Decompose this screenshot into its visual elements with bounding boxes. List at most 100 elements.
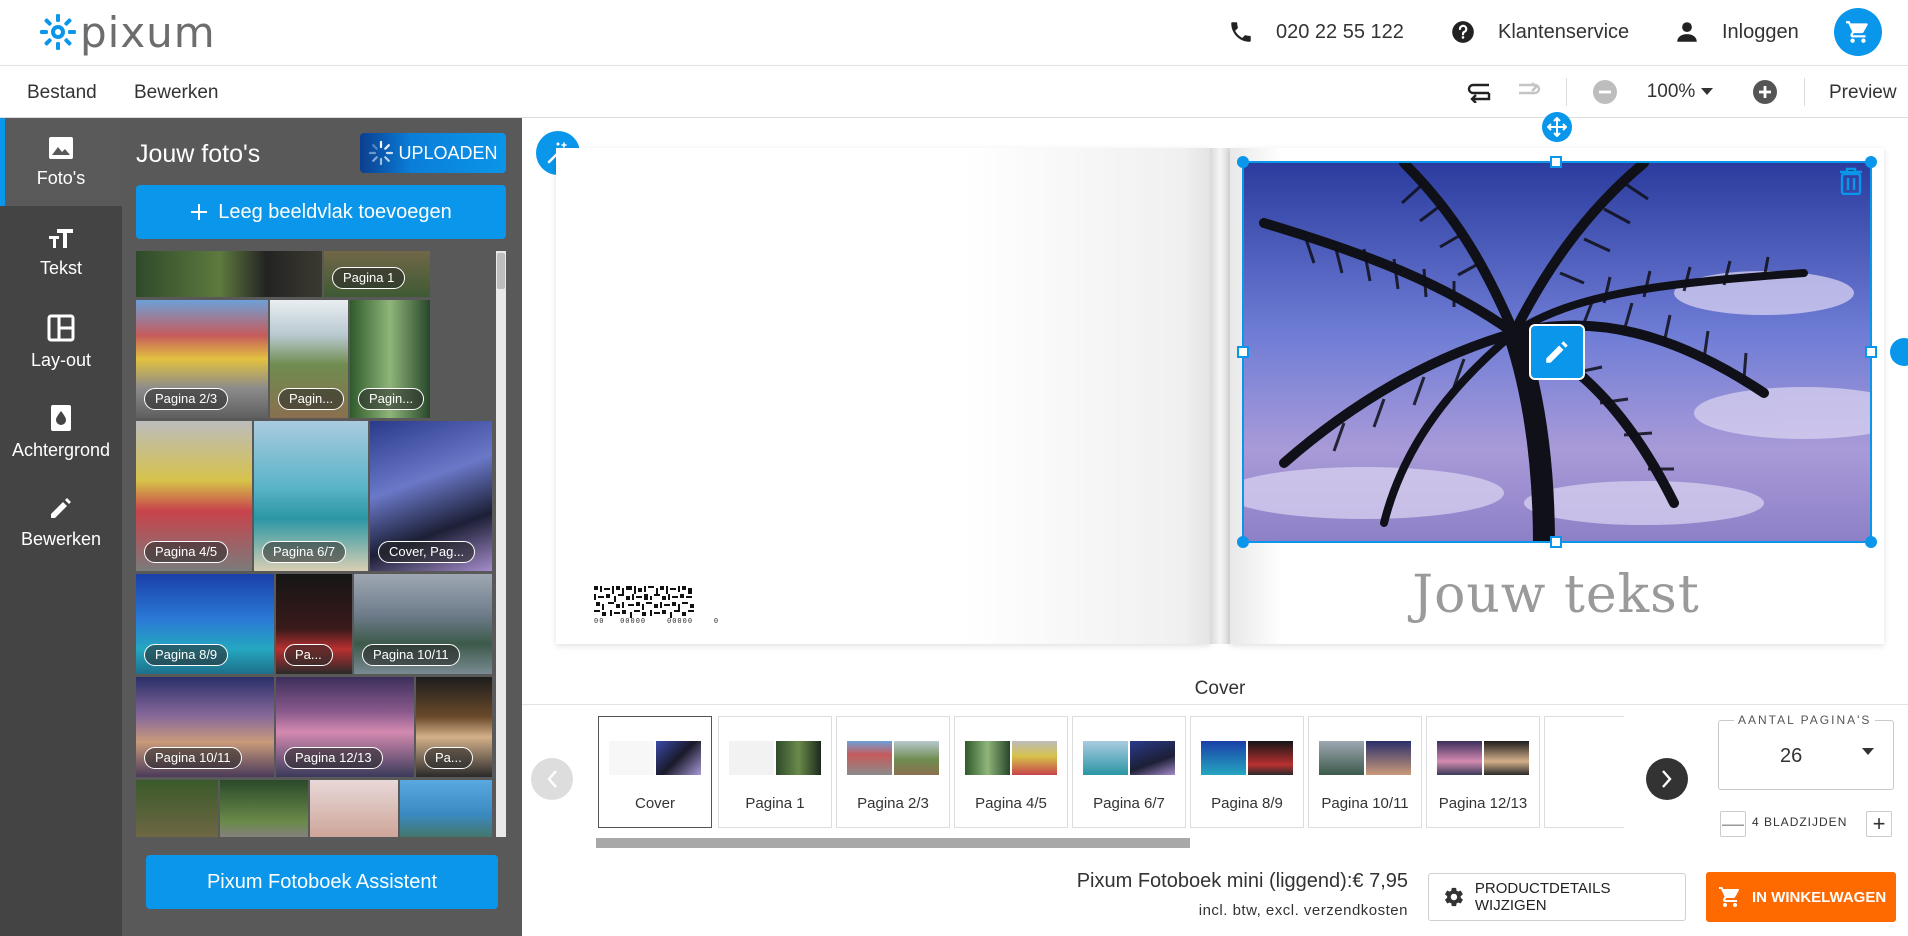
thumb-preview bbox=[847, 741, 939, 775]
page-thumb-next[interactable] bbox=[1544, 716, 1624, 828]
rail-tab-layout[interactable]: Lay-out bbox=[0, 298, 122, 386]
edit-photo-button[interactable] bbox=[1529, 324, 1585, 380]
photo-grid-scrollbar[interactable] bbox=[496, 251, 506, 837]
resize-handle[interactable] bbox=[1237, 346, 1249, 358]
page-thumb-label: Pagina 8/9 bbox=[1211, 795, 1283, 812]
toolbar-divider bbox=[1804, 78, 1805, 106]
photo-item[interactable]: Pagina 12/13 bbox=[276, 677, 414, 777]
thumb-preview bbox=[729, 741, 821, 775]
zoom-out-button[interactable] bbox=[1590, 76, 1620, 108]
resize-handle[interactable] bbox=[1237, 156, 1249, 168]
thumbnail-strip-scrollbar[interactable] bbox=[596, 838, 1190, 848]
strip-prev-button[interactable] bbox=[531, 758, 573, 800]
photo-usage-label: Pagina 6/7 bbox=[262, 541, 347, 563]
redo-button[interactable] bbox=[1512, 76, 1544, 108]
rail-tab-background[interactable]: Achtergrond bbox=[0, 388, 122, 476]
photo-item[interactable] bbox=[400, 780, 492, 837]
decrease-pages-button[interactable]: — bbox=[1720, 811, 1746, 837]
zoom-level: 100% bbox=[1646, 81, 1696, 102]
page-thumb-1[interactable]: Pagina 1 bbox=[718, 716, 832, 828]
rail-tab-text[interactable]: Tekst bbox=[0, 208, 122, 296]
rail-label: Achtergrond bbox=[11, 439, 111, 460]
menu-file[interactable]: Bestand bbox=[27, 82, 97, 104]
photo-grid[interactable]: Pagina 1 Pagina 2/3 Pagin... Pagin... Pa… bbox=[136, 251, 492, 837]
page-thumb-label: Pagina 2/3 bbox=[857, 795, 929, 812]
photo-item[interactable]: Pagina 8/9 bbox=[136, 574, 274, 674]
zoom-select[interactable]: 100% bbox=[1640, 76, 1720, 108]
photo-item[interactable]: Pa... bbox=[416, 677, 492, 777]
move-handle[interactable] bbox=[1542, 112, 1572, 142]
page-thumb-cover[interactable]: Cover bbox=[598, 716, 712, 828]
photo-item[interactable]: Pagin... bbox=[270, 300, 348, 418]
photo-item[interactable]: Pagina 1 bbox=[324, 251, 430, 297]
photos-panel: Jouw foto's UPLOADEN Leeg beeldvlak toev… bbox=[122, 118, 522, 936]
resize-handle[interactable] bbox=[1550, 536, 1562, 548]
page-thumb-label: Pagina 4/5 bbox=[975, 795, 1047, 812]
pixum-logo[interactable]: pixum bbox=[40, 8, 216, 57]
add-to-cart-button[interactable]: IN WINKELWAGEN bbox=[1706, 872, 1896, 922]
page-thumb-4-5[interactable]: Pagina 4/5 bbox=[954, 716, 1068, 828]
photo-item[interactable] bbox=[310, 780, 398, 837]
upload-button[interactable]: UPLOADEN bbox=[360, 133, 506, 173]
page-thumb-10-11[interactable]: Pagina 10/11 bbox=[1308, 716, 1422, 828]
photobook-assistant-button[interactable]: Pixum Fotoboek Assistent bbox=[146, 855, 498, 909]
resize-handle[interactable] bbox=[1237, 536, 1249, 548]
photo-item[interactable]: Pa... bbox=[276, 574, 352, 674]
page-thumb-label: Pagina 1 bbox=[745, 795, 805, 812]
rail-tab-photos[interactable]: Foto's bbox=[0, 118, 122, 206]
resize-handle[interactable] bbox=[1550, 156, 1562, 168]
move-arrows-icon bbox=[1547, 117, 1567, 137]
page-thumb-6-7[interactable]: Pagina 6/7 bbox=[1072, 716, 1186, 828]
undo-button[interactable] bbox=[1464, 76, 1496, 108]
cover-text-field[interactable]: Jouw tekst bbox=[1256, 565, 1856, 625]
image-icon bbox=[49, 136, 73, 159]
page-thumb-label: Pagina 10/11 bbox=[1321, 795, 1409, 812]
rail-tab-edit[interactable]: Bewerken bbox=[0, 478, 122, 566]
rail-label: Tekst bbox=[39, 257, 82, 278]
delete-photo-button[interactable] bbox=[1838, 166, 1864, 196]
increase-pages-button[interactable]: + bbox=[1866, 811, 1892, 837]
shopping-cart-button[interactable] bbox=[1834, 8, 1882, 56]
photo-usage-label: Pagin... bbox=[358, 388, 425, 410]
change-product-label: PRODUCTDETAILS WIJZIGEN bbox=[1474, 880, 1611, 914]
login-link[interactable]: Inloggen bbox=[1674, 14, 1799, 50]
plus-circle-icon bbox=[1753, 80, 1777, 104]
menu-edit[interactable]: Bewerken bbox=[134, 82, 219, 104]
photo-item[interactable]: Cover, Pag... bbox=[370, 421, 492, 571]
phone-link[interactable]: 020 22 55 122 bbox=[1228, 14, 1404, 50]
thumb-preview bbox=[1437, 741, 1529, 775]
product-price: € 7,95 bbox=[1352, 870, 1408, 892]
strip-next-button[interactable] bbox=[1646, 758, 1688, 800]
tool-rail: Foto's Tekst Lay-out Achtergrond Bewerke… bbox=[0, 118, 122, 936]
photo-item[interactable]: Pagina 6/7 bbox=[254, 421, 368, 571]
page-count-legend: AANTAL PAGINA'S bbox=[1734, 713, 1876, 727]
photo-item[interactable] bbox=[136, 780, 218, 837]
add-empty-frame-button[interactable]: Leeg beeldvlak toevoegen bbox=[136, 185, 506, 239]
rail-label: Lay-out bbox=[30, 349, 92, 370]
photo-item[interactable]: Pagin... bbox=[350, 300, 430, 418]
photo-item[interactable]: Pagina 10/11 bbox=[354, 574, 492, 674]
photo-item[interactable] bbox=[220, 780, 308, 837]
zoom-in-button[interactable] bbox=[1750, 76, 1780, 108]
price-note: incl. btw, excl. verzendkosten bbox=[1198, 902, 1408, 919]
photo-item[interactable]: Pagina 2/3 bbox=[136, 300, 268, 418]
page-thumb-8-9[interactable]: Pagina 8/9 bbox=[1190, 716, 1304, 828]
photo-item[interactable] bbox=[136, 251, 322, 297]
resize-handle[interactable] bbox=[1865, 536, 1877, 548]
page-thumb-label: Pagina 12/13 bbox=[1438, 795, 1528, 812]
photo-item[interactable]: Pagina 10/11 bbox=[136, 677, 274, 777]
preview-button[interactable]: Preview bbox=[1829, 82, 1897, 104]
page-thumb-2-3[interactable]: Pagina 2/3 bbox=[836, 716, 950, 828]
resize-handle[interactable] bbox=[1865, 346, 1877, 358]
pencil-icon bbox=[51, 497, 71, 518]
caret-down-icon bbox=[1862, 748, 1874, 755]
page-thumbnail-strip[interactable]: Cover Pagina 1 Pagina 2/3 Pagina 4/5 Pag… bbox=[598, 716, 1624, 828]
back-cover-page[interactable] bbox=[556, 148, 1210, 644]
resize-handle[interactable] bbox=[1865, 156, 1877, 168]
scrollbar-thumb[interactable] bbox=[497, 253, 505, 289]
photo-item[interactable]: Pagina 4/5 bbox=[136, 421, 252, 571]
editor-menubar: Bestand Bewerken 100% Preview bbox=[0, 66, 1908, 118]
page-thumb-12-13[interactable]: Pagina 12/13 bbox=[1426, 716, 1540, 828]
customer-service-link[interactable]: Klantenservice bbox=[1450, 14, 1629, 50]
change-product-details-button[interactable]: PRODUCTDETAILS WIJZIGEN bbox=[1428, 873, 1686, 921]
